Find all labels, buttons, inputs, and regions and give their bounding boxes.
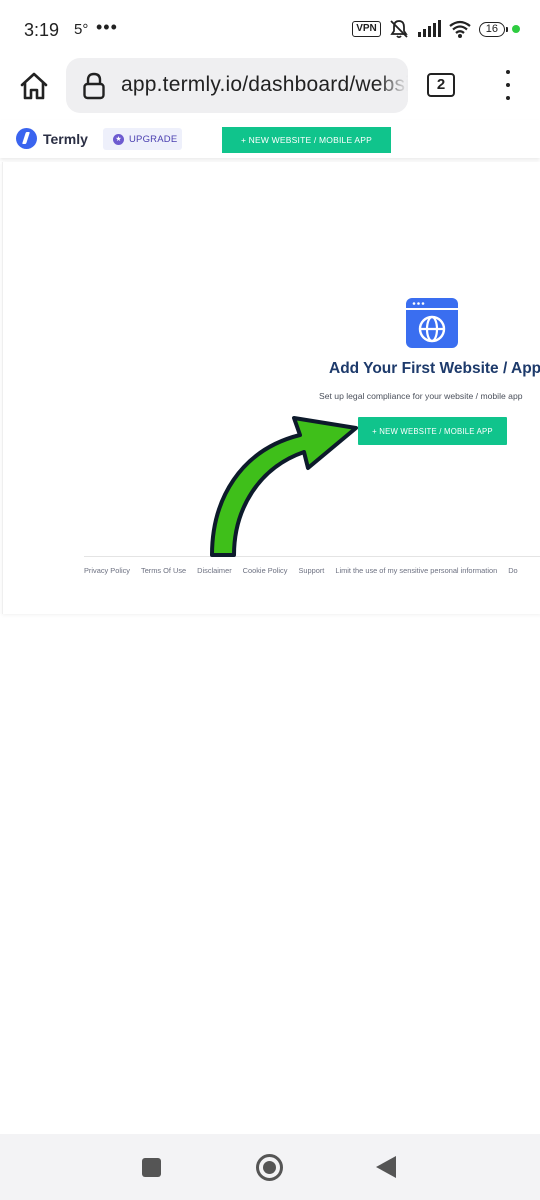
back-icon[interactable] (376, 1156, 396, 1178)
termly-logo[interactable]: Termly (16, 128, 88, 149)
status-bar: 3:19 5° ••• VPN 16 (0, 0, 540, 58)
system-nav-bar (0, 1134, 540, 1200)
footer-link-privacy[interactable]: Privacy Policy (84, 566, 130, 575)
brand-name: Termly (43, 130, 88, 147)
recents-icon[interactable] (142, 1158, 161, 1177)
green-arrow-annotation (210, 416, 358, 557)
upgrade-button[interactable]: ★ UPGRADE (103, 128, 182, 150)
lock-icon[interactable] (82, 72, 106, 100)
upgrade-label: UPGRADE (129, 133, 178, 145)
home-button[interactable] (16, 68, 52, 104)
termly-logo-icon (16, 128, 37, 149)
more-vert-icon[interactable] (498, 70, 518, 100)
signal-icon (417, 20, 441, 37)
battery-indicator: 16 (478, 21, 509, 37)
app-header: Termly ★ UPGRADE + NEW WEBSITE / MOBILE … (0, 120, 540, 158)
tabs-button[interactable]: 2 (427, 73, 455, 97)
privacy-indicator-dot (512, 25, 520, 33)
clock: 3:19 (24, 20, 60, 40)
new-website-button[interactable]: + NEW WEBSITE / MOBILE APP (358, 417, 507, 445)
home-icon (20, 72, 48, 100)
empty-state-title: Add Your First Website / App (329, 360, 540, 377)
more-notifications-icon: ••• (96, 17, 118, 37)
star-icon: ★ (113, 133, 124, 145)
url-text[interactable]: app.termly.io/dashboard/websi (121, 73, 408, 97)
screen: 3:19 5° ••• VPN 16 app.termly.io/dashboa… (0, 0, 540, 1200)
footer-link-truncated[interactable]: Do (508, 566, 517, 575)
footer-link-terms[interactable]: Terms Of Use (141, 566, 186, 575)
wifi-icon (449, 20, 471, 38)
address-bar[interactable]: app.termly.io/dashboard/websi (66, 58, 408, 113)
url-fade (378, 58, 408, 113)
home-circle-icon[interactable] (256, 1154, 283, 1181)
website-globe-icon (406, 298, 458, 348)
temperature: 5° (74, 21, 89, 38)
mute-bell-icon (390, 20, 408, 39)
status-icons: VPN 16 (352, 17, 520, 41)
new-website-button-header[interactable]: + NEW WEBSITE / MOBILE APP (222, 127, 391, 153)
vpn-icon: VPN (352, 21, 381, 37)
browser-toolbar: app.termly.io/dashboard/websi 2 (0, 58, 540, 120)
